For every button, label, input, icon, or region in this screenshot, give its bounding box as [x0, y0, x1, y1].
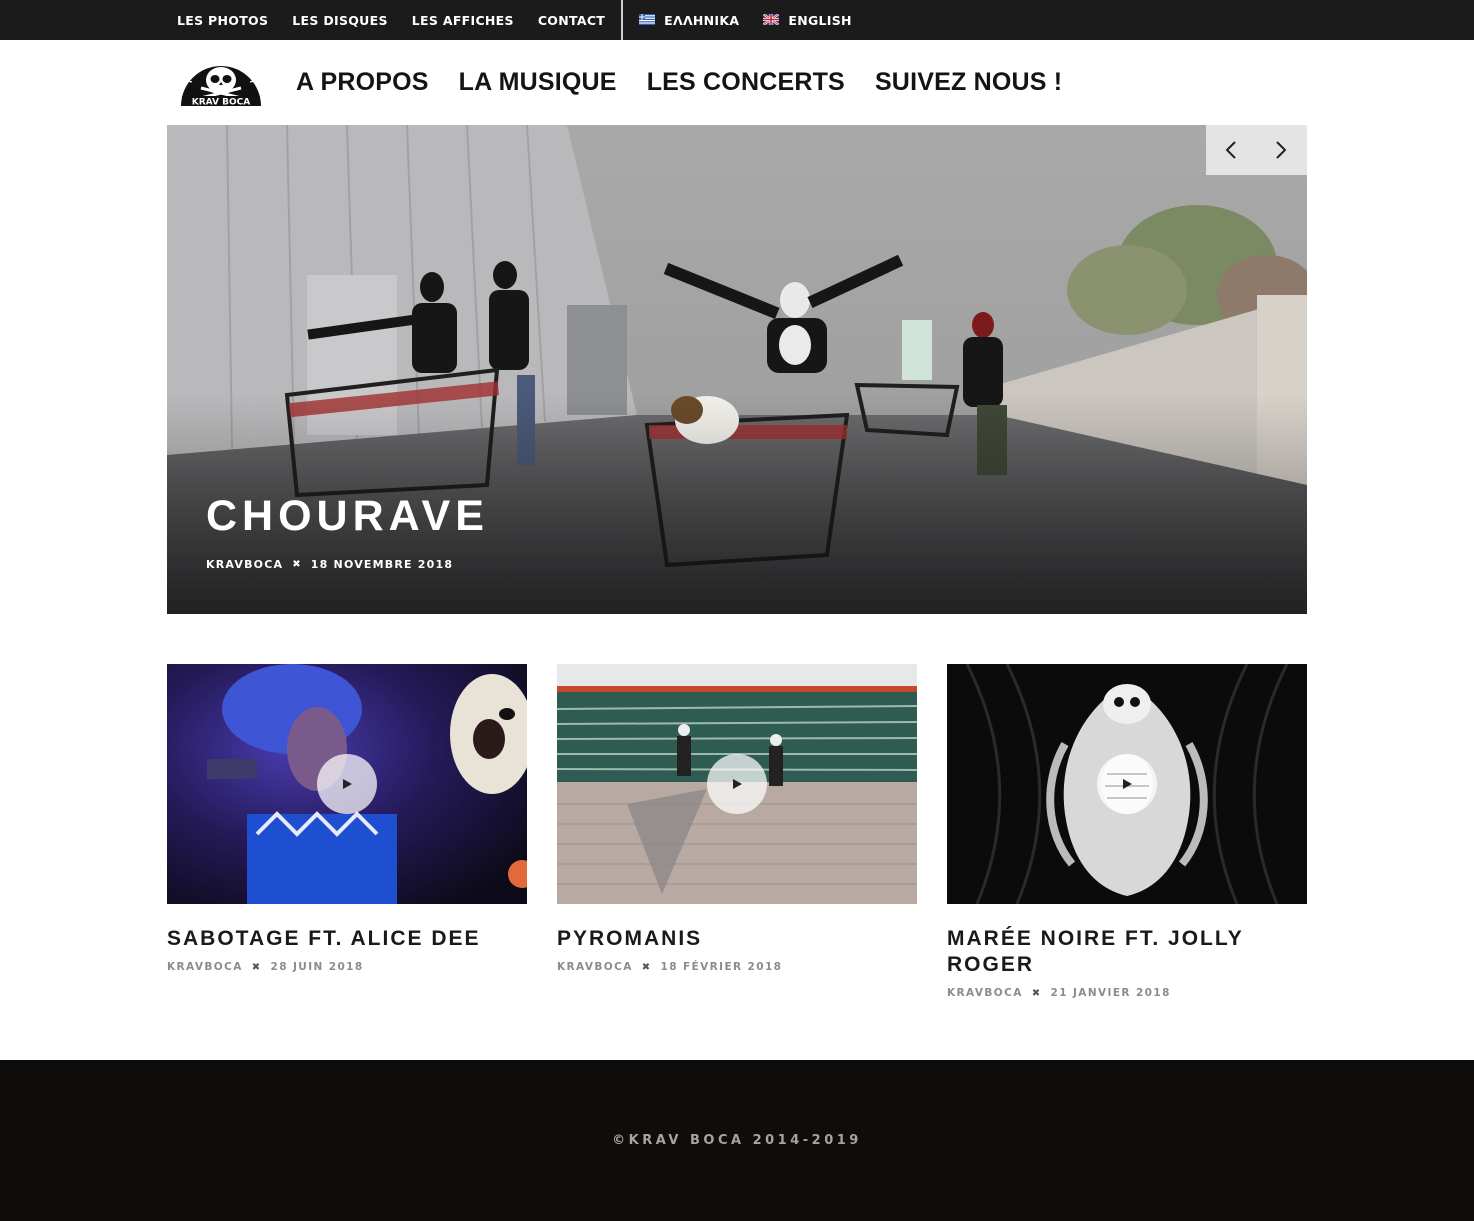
- meta-separator-icon: ✖: [1031, 987, 1042, 999]
- post-thumbnail[interactable]: [557, 664, 917, 904]
- greece-flag-icon: [639, 13, 656, 25]
- post-author[interactable]: KRAVBOCA: [557, 961, 633, 973]
- meta-separator-icon: ✖: [292, 559, 302, 570]
- hero-title[interactable]: CHOURAVE: [206, 492, 489, 541]
- post-card: MARÉE NOIRE FT. JOLLY ROGER KRAVBOCA ✖ 2…: [947, 664, 1307, 999]
- play-button[interactable]: [707, 754, 767, 814]
- post-date: 21 JANVIER 2018: [1050, 987, 1171, 999]
- copyright-text: ©KRAV BOCA 2014-2019: [612, 1133, 862, 1148]
- nav-a-propos[interactable]: A PROPOS: [296, 68, 429, 97]
- play-button[interactable]: [1097, 754, 1157, 814]
- post-meta: KRAVBOCA ✖ 18 FÉVRIER 2018: [557, 961, 917, 973]
- post-date: 18 FÉVRIER 2018: [660, 961, 783, 973]
- play-button[interactable]: [317, 754, 377, 814]
- top-link-affiches[interactable]: LES AFFICHES: [412, 13, 514, 28]
- chevron-left-icon: [1225, 141, 1236, 159]
- meta-separator-icon: ✖: [251, 961, 262, 973]
- site-logo[interactable]: KRAV BOCA: [179, 52, 263, 108]
- post-card: SABOTAGE FT. ALICE DEE KRAVBOCA ✖ 28 JUI…: [167, 664, 527, 973]
- top-bar-divider: [621, 0, 624, 40]
- nav-la-musique[interactable]: LA MUSIQUE: [459, 68, 617, 97]
- post-title[interactable]: MARÉE NOIRE FT. JOLLY ROGER: [947, 926, 1307, 978]
- top-link-photos[interactable]: LES PHOTOS: [177, 13, 268, 28]
- hero-author[interactable]: KRAVBOCA: [206, 558, 283, 571]
- top-bar: LES PHOTOS LES DISQUES LES AFFICHES CONT…: [0, 0, 1474, 40]
- post-title[interactable]: SABOTAGE FT. ALICE DEE: [167, 926, 527, 952]
- nav-suivez-nous[interactable]: SUIVEZ NOUS !: [875, 68, 1062, 97]
- slider-prev-button[interactable]: [1206, 125, 1256, 175]
- play-icon: [733, 779, 742, 789]
- language-greek[interactable]: ΕΛΛΗΝΙΚΑ: [639, 13, 739, 28]
- post-thumbnail[interactable]: [947, 664, 1307, 904]
- skull-logo-icon: KRAV BOCA: [181, 56, 261, 108]
- uk-flag-icon: [763, 13, 780, 25]
- language-english-label: ENGLISH: [788, 12, 852, 28]
- slider-next-button[interactable]: [1256, 125, 1306, 175]
- chevron-right-icon: [1276, 141, 1287, 159]
- language-greek-label: ΕΛΛΗΝΙΚΑ: [664, 12, 740, 28]
- post-author[interactable]: KRAVBOCA: [947, 987, 1023, 999]
- post-author[interactable]: KRAVBOCA: [167, 961, 243, 973]
- post-meta: KRAVBOCA ✖ 21 JANVIER 2018: [947, 987, 1307, 999]
- post-card: PYROMANIS KRAVBOCA ✖ 18 FÉVRIER 2018: [557, 664, 917, 973]
- post-thumbnail[interactable]: [167, 664, 527, 904]
- post-title[interactable]: PYROMANIS: [557, 926, 917, 952]
- hero-date: 18 NOVEMBRE 2018: [310, 558, 454, 571]
- play-icon: [1123, 779, 1132, 789]
- logo-text: KRAV BOCA: [192, 98, 250, 108]
- main-nav: A PROPOS LA MUSIQUE LES CONCERTS SUIVEZ …: [296, 68, 1092, 97]
- slider-nav: [1206, 125, 1307, 175]
- post-meta: KRAVBOCA ✖ 28 JUIN 2018: [167, 961, 527, 973]
- play-icon: [343, 779, 352, 789]
- meta-separator-icon: ✖: [641, 961, 652, 973]
- hero-meta: KRAVBOCA ✖ 18 NOVEMBRE 2018: [206, 558, 453, 571]
- hero-slider[interactable]: CHOURAVE KRAVBOCA ✖ 18 NOVEMBRE 2018: [167, 125, 1307, 614]
- top-link-disques[interactable]: LES DISQUES: [292, 13, 388, 28]
- language-english[interactable]: ENGLISH: [763, 12, 852, 28]
- footer: ©KRAV BOCA 2014-2019: [0, 1060, 1474, 1221]
- nav-les-concerts[interactable]: LES CONCERTS: [647, 68, 845, 97]
- top-link-contact[interactable]: CONTACT: [538, 13, 605, 28]
- post-date: 28 JUIN 2018: [270, 961, 364, 973]
